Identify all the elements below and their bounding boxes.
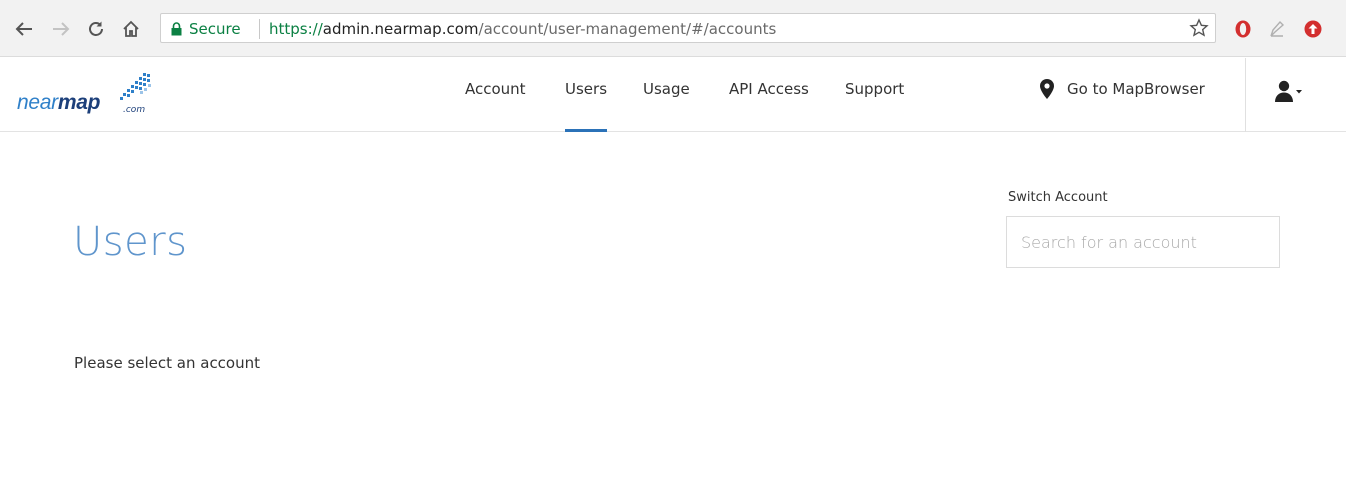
url-host: admin.nearmap.com (322, 20, 479, 38)
nav-support[interactable]: Support (845, 58, 904, 132)
back-button[interactable] (12, 17, 36, 41)
forward-button[interactable] (49, 17, 73, 41)
select-account-message: Please select an account (74, 354, 261, 372)
nav-usage[interactable]: Usage (643, 58, 690, 132)
lock-icon (171, 22, 182, 36)
home-button[interactable] (119, 17, 143, 41)
extension-upload-icon[interactable] (1303, 19, 1323, 39)
url-text[interactable]: https://admin.nearmap.com/account/user-m… (269, 19, 776, 39)
header-divider (1245, 58, 1246, 132)
opera-icon[interactable] (1233, 19, 1253, 39)
url-scheme: https:// (269, 20, 323, 38)
map-pin-icon (1040, 79, 1054, 99)
arrow-left-icon (15, 22, 32, 36)
arrow-right-icon (53, 22, 70, 36)
url-path: /account/user-management/#/accounts (478, 20, 777, 38)
reload-button[interactable] (84, 17, 108, 41)
bookmark-star-icon[interactable] (1189, 18, 1209, 38)
logo-grid-icon (120, 73, 151, 100)
reload-icon (89, 21, 103, 36)
address-divider (259, 19, 260, 39)
caret-down-icon (1296, 90, 1302, 94)
page-title: Users (73, 219, 188, 265)
nav-account[interactable]: Account (465, 58, 526, 132)
pen-tool-icon[interactable] (1267, 19, 1287, 39)
secure-indicator[interactable]: Secure (171, 19, 241, 39)
user-icon (1275, 80, 1302, 102)
logo-domain: .com (123, 105, 146, 115)
user-menu-button[interactable] (1274, 80, 1308, 104)
browser-toolbar: Secure https://admin.nearmap.com/account… (0, 0, 1346, 57)
secure-label: Secure (189, 20, 241, 38)
nearmap-logo[interactable]: nearmap .com (17, 71, 157, 121)
switch-account-label: Switch Account (1008, 190, 1108, 205)
home-icon (123, 20, 139, 37)
nav-users[interactable]: Users (565, 58, 608, 132)
mapbrowser-label: Go to MapBrowser (1067, 80, 1205, 98)
site-header: nearmap .com Account Users Usage API Acc… (0, 58, 1346, 132)
nav-api-access[interactable]: API Access (729, 58, 809, 132)
logo-wordmark: nearmap (17, 91, 101, 114)
go-to-mapbrowser-link[interactable]: Go to MapBrowser (1039, 78, 1205, 100)
address-bar[interactable]: Secure https://admin.nearmap.com/account… (160, 13, 1216, 43)
account-search-input[interactable] (1006, 216, 1280, 268)
